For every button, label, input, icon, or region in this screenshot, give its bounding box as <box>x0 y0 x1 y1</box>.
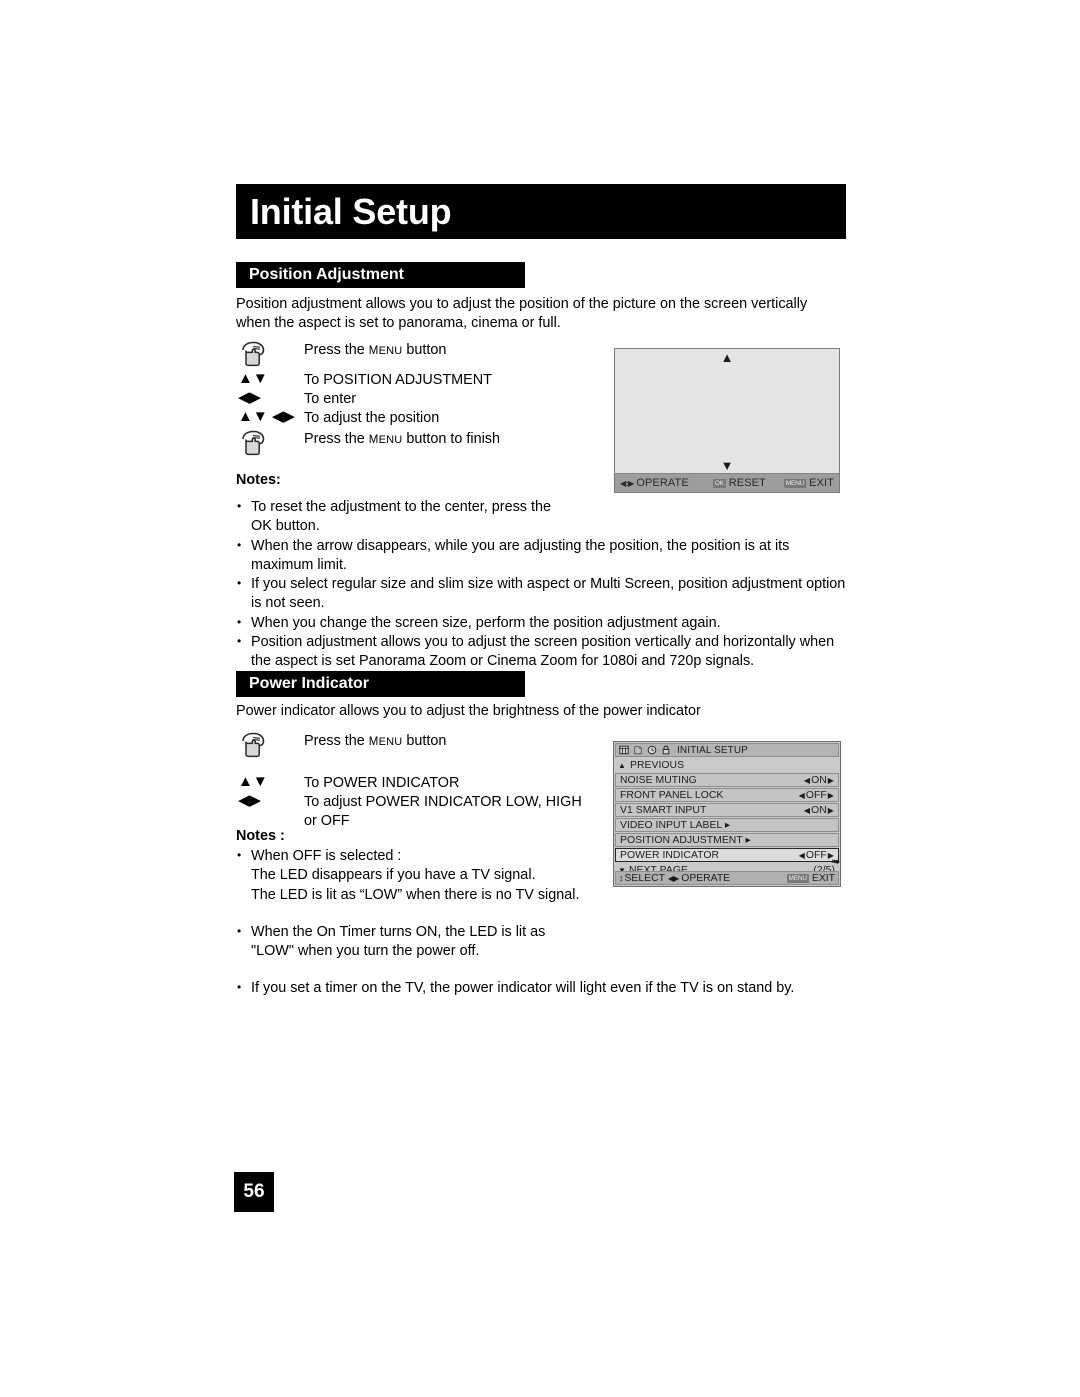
power-notes-list: When OFF is selected : The LED disappear… <box>236 846 836 999</box>
osd-row-value[interactable]: ◀ OFF ▶ <box>799 790 834 801</box>
page-number-badge: 56 <box>234 1172 274 1212</box>
osd-row-label: FRONT PANEL LOCK <box>620 789 724 801</box>
position-steps: Press the MENU button ▲▼ To POSITION ADJ… <box>238 341 500 456</box>
caret-right-icon[interactable]: ▶ <box>828 791 834 800</box>
osd-row-previous[interactable]: ▲ PREVIOUS <box>615 758 839 772</box>
osd-row-noise-muting[interactable]: NOISE MUTING ◀ ON ▶ <box>615 773 839 787</box>
position-notes-list: To reset the adjustment to the center, p… <box>236 497 846 672</box>
flag-icon <box>634 746 642 755</box>
note-item: When you change the screen size, perform… <box>236 613 846 633</box>
step-label: or OFF <box>304 813 350 829</box>
hand-press-icon <box>238 430 304 456</box>
power-steps: Press the MENU button ▲▼ To POWER INDICA… <box>238 732 582 831</box>
window-icon <box>619 745 629 755</box>
section-header-power-indicator: Power Indicator <box>236 671 525 697</box>
arrow-all-directions-icon: ▲▼ ◀▶ <box>238 408 295 425</box>
caret-left-icon[interactable]: ◀ <box>799 791 805 800</box>
tv-screen-area: ▲ ▼ <box>615 349 839 474</box>
step-label: Press the MENU button to finish <box>304 431 501 447</box>
power-notes-title: Notes : <box>236 828 285 844</box>
step-label: To adjust POWER INDICATOR LOW, HIGH <box>304 794 582 810</box>
ok-key-icon: OK <box>712 478 726 488</box>
note-item: If you set a timer on the TV, the power … <box>236 978 836 998</box>
position-arrow-down-icon: ▼ <box>720 458 734 473</box>
osd-row-label: POSITION ADJUSTMENT ▸ <box>620 835 751 846</box>
power-description: Power indicator allows you to adjust the… <box>236 703 701 719</box>
osd-row-v1-smart-input[interactable]: V1 SMART INPUT ◀ ON ▶ <box>615 803 839 817</box>
step-to-adjust-position: ▲▼ ◀▶ To adjust the position <box>238 409 500 428</box>
note-item: When the On Timer turns ON, the LED is l… <box>236 922 836 942</box>
direction-arrows-icon: ◀↕▶ <box>620 478 634 488</box>
position-arrow-up-icon: ▲ <box>720 350 734 365</box>
step-label: Press the MENU button <box>304 342 447 358</box>
note-item: Position adjustment allows you to adjust… <box>236 632 846 672</box>
step-or-off: or OFF <box>238 812 582 831</box>
exit-label: EXIT <box>809 477 834 489</box>
osd-row-label: PREVIOUS <box>629 759 685 771</box>
position-description: Position adjustment allows you to adjust… <box>236 296 808 331</box>
step-to-enter: ◀▶ To enter <box>238 390 500 409</box>
step-to-position-adjustment: ▲▼ To POSITION ADJUSTMENT <box>238 371 500 390</box>
section-header-position-adjustment: Position Adjustment <box>236 262 525 288</box>
hand-press-icon <box>238 732 304 758</box>
note-item: To reset the adjustment to the center, p… <box>236 497 846 517</box>
step-label: To POSITION ADJUSTMENT <box>304 372 492 388</box>
position-notes-title: Notes: <box>236 472 281 488</box>
step-label: Press the MENU button <box>304 733 447 749</box>
osd-row-label: VIDEO INPUT LABEL ▸ <box>620 820 731 831</box>
value-text: ON <box>811 804 827 816</box>
osd-row-position-adjustment[interactable]: POSITION ADJUSTMENT ▸ <box>615 833 839 847</box>
note-item: When OFF is selected : <box>236 846 836 866</box>
value-text: OFF <box>805 789 827 801</box>
arrow-left-right-icon: ◀▶ <box>238 792 262 809</box>
note-item: If you select regular size and slim size… <box>236 574 846 614</box>
step-label: To adjust the position <box>304 410 440 426</box>
tv-position-adjustment-preview: ▲ ▼ ◀↕▶ OPERATE OK RESET MENU EXIT <box>614 348 840 493</box>
caret-left-icon[interactable]: ◀ <box>804 806 810 815</box>
caret-right-icon[interactable]: ▶ <box>828 776 834 785</box>
step-to-adjust-power-indicator: ◀▶ To adjust POWER INDICATOR LOW, HIGH <box>238 793 582 812</box>
operate-hint: ◀↕▶ OPERATE <box>620 477 689 489</box>
step-label: To enter <box>304 391 356 407</box>
osd-row-front-panel-lock[interactable]: FRONT PANEL LOCK ◀ OFF ▶ <box>615 788 839 802</box>
reset-hint: OK RESET <box>712 477 766 489</box>
step-label: To POWER INDICATOR <box>304 775 460 791</box>
note-item-continuation: The LED is lit as “LOW” when there is no… <box>251 886 580 903</box>
note-item-continuation: OK button. <box>251 518 320 535</box>
note-item: When the arrow disappears, while you are… <box>236 536 846 576</box>
caret-left-icon[interactable]: ◀ <box>804 776 810 785</box>
osd-row-value[interactable]: ◀ ON ▶ <box>804 775 834 786</box>
hand-press-icon <box>238 341 304 367</box>
tv-status-bar: ◀↕▶ OPERATE OK RESET MENU EXIT <box>615 474 839 492</box>
clock-icon <box>647 745 657 755</box>
section-title: Position Adjustment <box>249 266 404 283</box>
osd-row-video-input-label[interactable]: VIDEO INPUT LABEL ▸ <box>615 818 839 832</box>
exit-hint: MENU EXIT <box>783 477 834 489</box>
osd-row-label: V1 SMART INPUT <box>620 804 707 816</box>
osd-row-label: NOISE MUTING <box>620 774 697 786</box>
value-text: ON <box>811 774 827 786</box>
operate-label: OPERATE <box>636 477 689 489</box>
lock-icon <box>662 745 670 755</box>
osd-title-bar: INITIAL SETUP <box>615 743 839 757</box>
reset-label: RESET <box>728 477 766 489</box>
note-item-continuation: "LOW" when you turn the power off. <box>251 943 480 960</box>
arrow-left-right-icon: ◀▶ <box>238 389 262 406</box>
arrow-up-down-icon: ▲▼ <box>238 370 268 387</box>
page-title-banner: Initial Setup <box>236 184 846 239</box>
step-press-menu: Press the MENU button <box>238 732 582 758</box>
step-press-menu: Press the MENU button <box>238 341 500 367</box>
section-title: Power Indicator <box>249 675 370 692</box>
note-item-continuation: The LED disappears if you have a TV sign… <box>251 867 536 884</box>
step-to-power-indicator: ▲▼ To POWER INDICATOR <box>238 774 582 793</box>
osd-title-text: INITIAL SETUP <box>677 744 748 756</box>
arrow-up-icon: ▲ <box>618 760 626 770</box>
arrow-up-down-icon: ▲▼ <box>238 773 268 790</box>
step-press-menu-finish: Press the MENU button to finish <box>238 430 500 456</box>
caret-right-icon[interactable]: ▶ <box>828 806 834 815</box>
page-title: Initial Setup <box>250 190 452 232</box>
menu-key-icon: MENU <box>783 478 807 488</box>
osd-row-value[interactable]: ◀ ON ▶ <box>804 805 834 816</box>
